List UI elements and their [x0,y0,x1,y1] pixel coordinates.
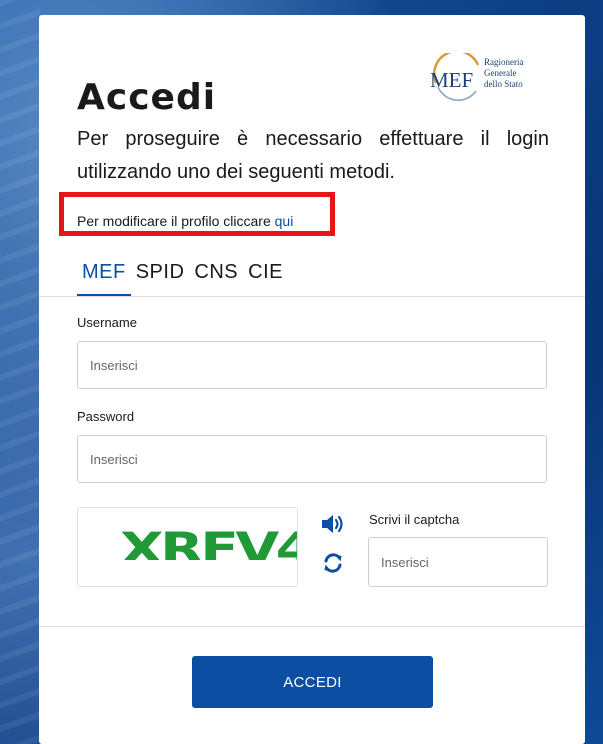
logo-line3: dello Stato [484,79,523,89]
captcha-mask [78,560,297,586]
captcha-image: XRFV4 [77,507,298,587]
background-pattern [0,0,40,744]
login-method-tabs: MEF SPID CNS CIE [77,261,288,297]
password-label: Password [77,409,135,424]
captcha-input[interactable] [368,537,548,587]
tab-cns[interactable]: CNS [189,261,243,297]
captcha-refresh-button[interactable] [319,551,347,579]
captcha-audio-button[interactable] [319,512,347,540]
tab-spid[interactable]: SPID [131,261,190,297]
profile-notice: Per modificare il profilo cliccare qui [77,213,293,229]
logo-line1: Ragioneria [484,57,524,67]
tab-cie[interactable]: CIE [243,261,288,297]
tabs-divider [39,296,585,297]
intro-text: Per proseguire è necessario effettuare i… [77,128,549,183]
speaker-icon [320,512,346,541]
mef-logo: MEF Ragioneria Generale dello Stato [426,53,536,101]
captcha-label: Scrivi il captcha [369,512,460,527]
logo-acronym: MEF [430,68,473,92]
login-submit-button[interactable]: ACCEDI [192,656,433,708]
logo-line2: Generale [484,68,516,78]
login-card: Accedi MEF Ragioneria Generale dello Sta… [39,15,585,744]
profile-edit-link[interactable]: qui [275,213,294,229]
username-input[interactable] [77,341,547,389]
page-title: Accedi [77,77,217,118]
refresh-icon [322,552,344,579]
password-input[interactable] [77,435,547,483]
tab-mef[interactable]: MEF [77,261,131,297]
profile-notice-text: Per modificare il profilo cliccare [77,213,271,229]
username-label: Username [77,315,137,330]
footer-divider [39,626,585,627]
